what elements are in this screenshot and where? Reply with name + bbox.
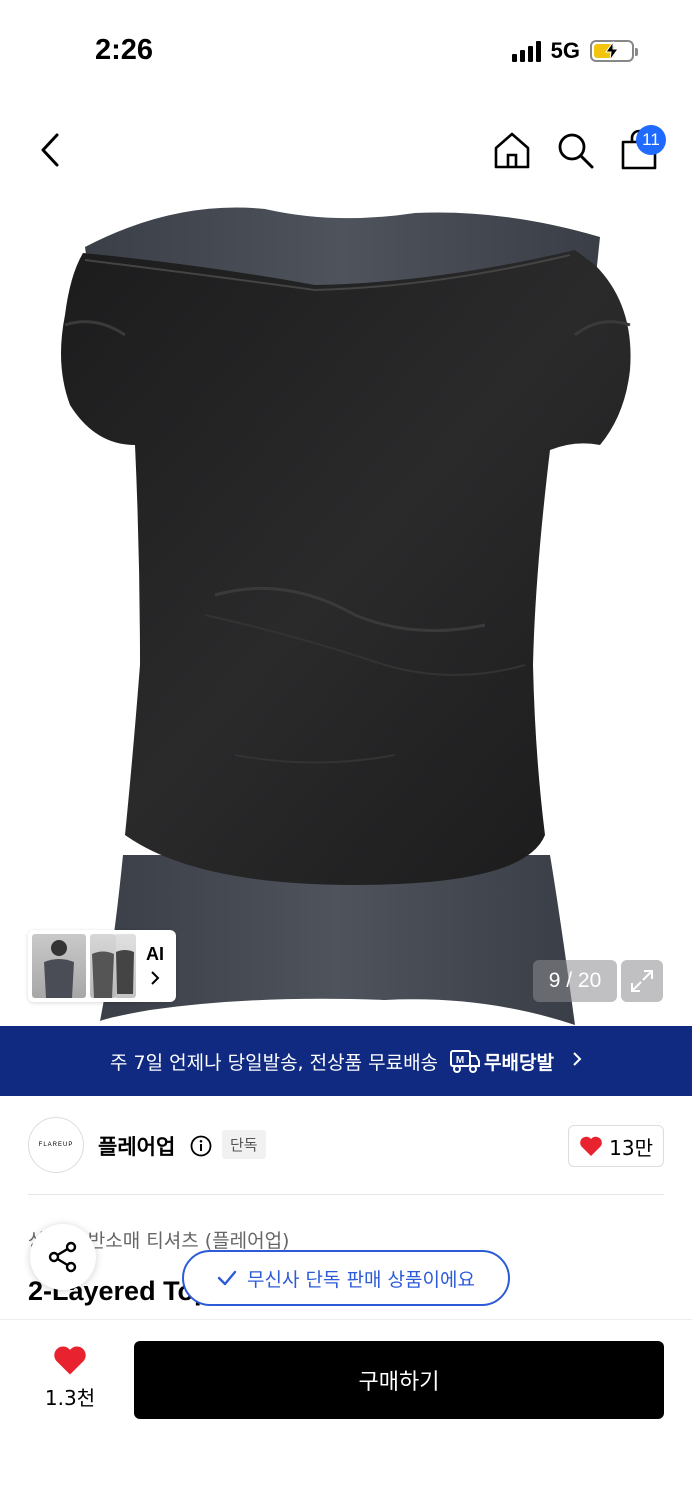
- divider: [28, 1194, 664, 1195]
- exclusive-toast: 무신사 단독 판매 상품이에요: [182, 1250, 510, 1306]
- status-bar: 2:26 5G: [0, 0, 692, 100]
- exclusive-tag: 단독: [222, 1130, 266, 1159]
- signal-icon: [511, 40, 541, 62]
- brand-like-count: 13만: [609, 1135, 653, 1160]
- search-icon: [558, 133, 594, 169]
- banner-brand-label: 무배당발: [484, 1051, 554, 1074]
- brand-name[interactable]: 플레어업: [98, 1131, 175, 1161]
- chevron-right-icon: [150, 970, 160, 990]
- thumbnail-image: [32, 934, 86, 998]
- info-icon[interactable]: [190, 1135, 212, 1157]
- home-button[interactable]: [490, 126, 534, 174]
- heart-icon: [580, 1136, 602, 1156]
- network-label: 5G: [550, 38, 580, 63]
- check-icon: [217, 1270, 237, 1286]
- wishlist-button[interactable]: 1.3천: [34, 1344, 106, 1411]
- expand-image-button[interactable]: [621, 960, 663, 1002]
- cart-count-badge: 11: [636, 125, 666, 155]
- share-icon: [48, 1241, 77, 1273]
- bottom-action-bar: 1.3천 구매하기: [0, 1320, 692, 1500]
- ai-label: AI: [146, 944, 164, 964]
- banner-brand: M 무배당발: [450, 1048, 554, 1075]
- product-image: [61, 207, 631, 1025]
- thumbnail-image: [114, 934, 136, 998]
- top-navigation: [0, 100, 692, 200]
- buy-button[interactable]: 구매하기: [134, 1341, 664, 1419]
- ai-lookbook-card[interactable]: AI: [28, 930, 176, 1002]
- battery-icon: [590, 40, 638, 62]
- banner-text: 주 7일 언제나 당일발송, 전상품 무료배송: [110, 1051, 439, 1074]
- search-button[interactable]: [553, 126, 597, 174]
- chevron-right-icon: [572, 1051, 582, 1072]
- expand-icon: [631, 970, 653, 992]
- toast-text: 무신사 단독 판매 상품이에요: [247, 1268, 475, 1291]
- wishlist-count: 1.3천: [44, 1386, 96, 1410]
- back-button[interactable]: [30, 128, 70, 172]
- delivery-truck-icon: M: [450, 1050, 481, 1073]
- brand-logo[interactable]: FLAREUP: [28, 1117, 84, 1173]
- heart-icon: [54, 1346, 86, 1375]
- brand-like-button[interactable]: 13만: [568, 1125, 664, 1167]
- chevron-left-icon: [41, 133, 59, 167]
- status-time: 2:26: [95, 34, 154, 66]
- thumbnail-image: [90, 934, 116, 998]
- category-label: 반소매 티셔츠 (플레어업): [87, 1230, 290, 1252]
- status-indicators: 5G: [511, 38, 638, 64]
- brand-row: FLAREUP 플레어업 단독 13만: [28, 1115, 664, 1175]
- share-button[interactable]: [30, 1224, 96, 1290]
- image-page-counter: 9 / 20: [533, 960, 617, 1002]
- shipping-banner[interactable]: 주 7일 언제나 당일발송, 전상품 무료배송 M 무배당발: [0, 1026, 692, 1096]
- home-icon: [494, 132, 530, 169]
- svg-text:M: M: [456, 1055, 464, 1066]
